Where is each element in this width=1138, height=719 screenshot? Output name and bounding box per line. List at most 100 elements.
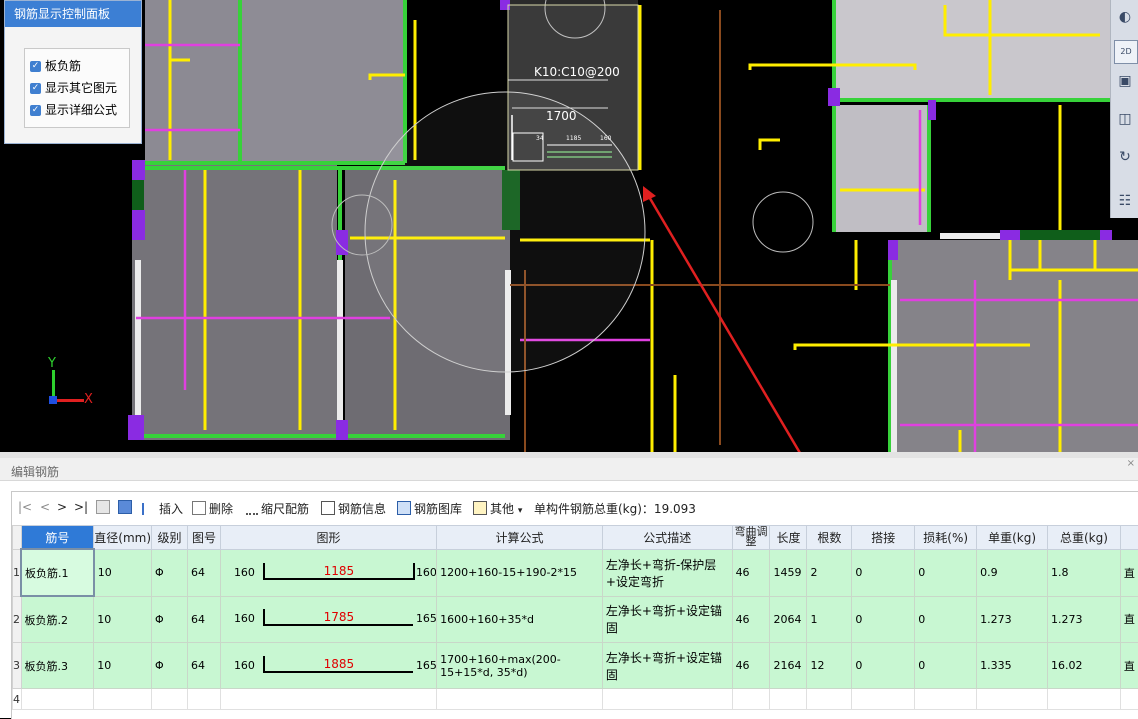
col-header[interactable]: 筋号 [21,526,94,550]
empty-cell[interactable] [852,689,915,710]
cell-figure-no[interactable]: 64 [187,596,220,643]
table-row-empty[interactable]: 4 [13,689,1138,710]
rebar-library-button[interactable]: 钢筋图库 [397,500,462,517]
cell-figure-no[interactable]: 64 [187,643,220,689]
cad-viewport[interactable]: K10:C10@200 1700 34 1185 160 Y X 钢筋显示控制面… [0,0,1138,452]
cell-loss[interactable]: 0 [915,596,977,643]
move-up-icon[interactable] [96,500,113,515]
col-header[interactable]: 图号 [187,526,220,550]
cell-formula[interactable]: 1600+160+35*d [437,596,603,643]
cell-grade[interactable]: Φ [152,643,188,689]
empty-cell[interactable] [732,689,770,710]
cell-length[interactable]: 2164 [770,643,807,689]
empty-cell[interactable] [977,689,1048,710]
col-header[interactable]: 根数 [807,526,852,550]
layers-icon[interactable]: ☷ [1114,190,1136,212]
cell-count[interactable]: 1 [807,596,852,643]
cell-grade[interactable]: Φ [152,549,188,596]
checkbox-checked-icon[interactable]: ✓ [30,105,41,116]
col-header[interactable]: 长度 [770,526,807,550]
move-down-icon[interactable] [118,500,135,515]
cell-name[interactable]: 板负筋.1 [21,549,94,596]
col-header[interactable]: 损耗(%) [915,526,977,550]
cell-total-weight[interactable]: 1.8 [1048,549,1121,596]
cell-total-weight[interactable]: 16.02 [1048,643,1121,689]
cell-name[interactable]: 板负筋.2 [21,596,94,643]
other-menu-button[interactable]: 其他 ▾ [473,500,522,517]
cell-count[interactable]: 12 [807,643,852,689]
cell-bend[interactable]: 46 [732,549,770,596]
cell-loss[interactable]: 0 [915,643,977,689]
col-header[interactable]: 搭接 [852,526,915,550]
cell-lap[interactable]: 0 [852,549,915,596]
cell-desc[interactable]: 左净长+弯折+设定锚固 [602,643,732,689]
nav-prev-button[interactable]: < [40,500,50,514]
cell-count[interactable]: 2 [807,549,852,596]
empty-cell[interactable] [152,689,188,710]
cell-formula[interactable]: 1700+160+max(200-15+15*d, 35*d) [437,643,603,689]
col-header[interactable]: 单重(kg) [977,526,1048,550]
cube-icon[interactable]: ◫ [1114,108,1136,130]
cell-diameter[interactable]: 10 [94,643,152,689]
insert-button[interactable]: 插入 [142,500,183,517]
col-header[interactable]: 公式描述 [602,526,732,550]
cell-shape[interactable]: 160 1885 165 [220,643,436,689]
cell-unit-weight[interactable]: 1.335 [977,643,1048,689]
col-header[interactable]: 弯曲调整 [732,526,770,550]
sphere-icon[interactable]: ◐ [1114,6,1136,28]
option-show-other-elements[interactable]: ✓显示其它图元 [30,79,117,97]
col-header[interactable]: 级别 [152,526,188,550]
cell-extra[interactable]: 直 [1120,596,1138,643]
nav-next-button[interactable]: > [57,500,67,514]
2d-view-icon[interactable]: 2D [1114,40,1138,64]
empty-cell[interactable] [187,689,220,710]
nav-first-button[interactable]: |< [18,500,32,514]
cell-loss[interactable]: 0 [915,549,977,596]
close-icon[interactable]: × [1127,458,1135,469]
empty-cell[interactable] [770,689,807,710]
cell-shape[interactable]: 160 1185 160 [220,549,436,596]
cell-length[interactable]: 2064 [770,596,807,643]
checkbox-checked-icon[interactable]: ✓ [30,61,41,72]
cell-name[interactable]: 板负筋.3 [21,643,94,689]
cell-figure-no[interactable]: 64 [187,549,220,596]
empty-cell[interactable] [94,689,152,710]
empty-cell[interactable] [807,689,852,710]
cell-lap[interactable]: 0 [852,596,915,643]
nav-last-button[interactable]: >| [74,500,88,514]
empty-cell[interactable] [21,689,94,710]
col-header[interactable]: 图形 [220,526,436,550]
cell-extra[interactable]: 直 [1120,643,1138,689]
cell-desc[interactable]: 左净长+弯折-保护层+设定弯折 [602,549,732,596]
table-row[interactable]: 2 板负筋.2 10 Φ 64 160 1785 165 1600+160+35… [13,596,1138,643]
cell-grade[interactable]: Φ [152,596,188,643]
rotate-icon[interactable]: ↻ [1114,146,1136,168]
cell-total-weight[interactable]: 1.273 [1048,596,1121,643]
table-row[interactable]: 1 板负筋.1 10 Φ 64 160 1185 160 1200+160-15… [13,549,1138,596]
option-show-detail-formula[interactable]: ✓显示详细公式 [30,101,117,119]
cell-unit-weight[interactable]: 0.9 [977,549,1048,596]
delete-button[interactable]: 删除 [192,500,233,517]
cell-unit-weight[interactable]: 1.273 [977,596,1048,643]
empty-cell[interactable] [1048,689,1121,710]
col-header[interactable]: 直径(mm) [94,526,152,550]
cell-extra[interactable]: 直 [1120,549,1138,596]
empty-cell[interactable] [437,689,603,710]
cell-diameter[interactable]: 10 [94,596,152,643]
empty-cell[interactable] [915,689,977,710]
empty-cell[interactable] [220,689,436,710]
cell-desc[interactable]: 左净长+弯折+设定锚固 [602,596,732,643]
scale-rebar-button[interactable]: 缩尺配筋 [246,500,309,517]
cell-diameter[interactable]: 10 [94,549,152,596]
cell-bend[interactable]: 46 [732,643,770,689]
table-row[interactable]: 3 板负筋.3 10 Φ 64 160 1885 165 1700+160+ma… [13,643,1138,689]
option-slab-rebar[interactable]: ✓板负筋 [30,57,81,75]
col-header[interactable]: 总重(kg) [1048,526,1121,550]
cell-formula[interactable]: 1200+160-15+190-2*15 [437,549,603,596]
cell-lap[interactable]: 0 [852,643,915,689]
cell-shape[interactable]: 160 1785 165 [220,596,436,643]
empty-cell[interactable] [602,689,732,710]
empty-cell[interactable] [1120,689,1138,710]
cell-length[interactable]: 1459 [770,549,807,596]
checkbox-checked-icon[interactable]: ✓ [30,83,41,94]
